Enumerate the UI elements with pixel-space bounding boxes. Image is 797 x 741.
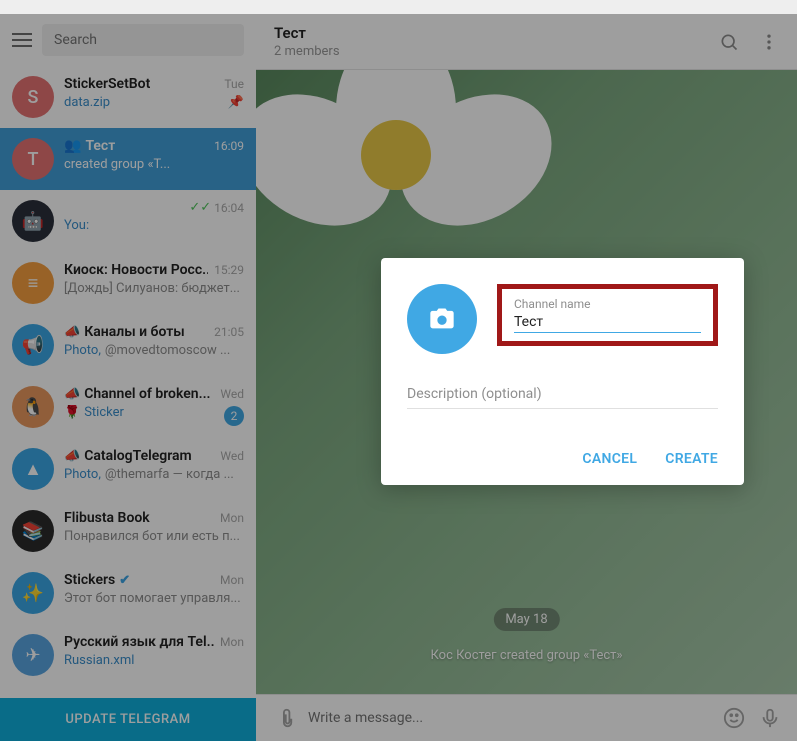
description-input[interactable]: Description (optional) [407, 386, 718, 409]
create-button[interactable]: CREATE [665, 451, 718, 467]
cancel-button[interactable]: CANCEL [582, 451, 637, 467]
channel-photo-button[interactable] [407, 284, 477, 354]
create-channel-modal: Channel name Тест Description (optional)… [381, 258, 744, 485]
window-titlebar [0, 0, 797, 14]
channel-name-label: Channel name [514, 297, 701, 311]
channel-name-input[interactable]: Тест [514, 314, 701, 333]
app-root: S StickerSetBot Tue data.zip 📌 T 👥 Тест [0, 0, 797, 741]
channel-name-field-highlight: Channel name Тест [497, 284, 718, 346]
